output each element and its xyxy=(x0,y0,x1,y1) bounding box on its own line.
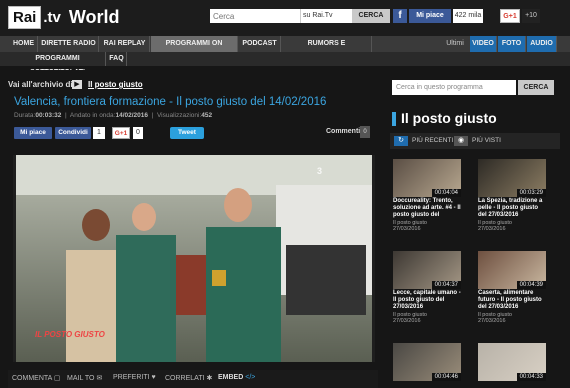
embed-label: EMBED xyxy=(218,374,244,381)
preferiti-label: PREFERITI xyxy=(113,374,150,381)
nav-rumors[interactable]: RUMORS E ANTICIPAZIONI xyxy=(282,36,372,63)
search-scope-select[interactable]: su Rai.Tv xyxy=(300,9,358,23)
card-date: 27/03/2016 xyxy=(478,226,506,232)
preferiti-button[interactable]: PREFERITI ♥ xyxy=(113,374,156,381)
comments-count-badge: 0 xyxy=(360,126,370,138)
tab-audio[interactable]: AUDIO xyxy=(527,36,557,52)
duration-badge: 00:04:37 xyxy=(431,281,461,289)
video-meta: Durata:00:03:32 | Andato in onda:14/02/2… xyxy=(14,112,213,119)
nav-home[interactable]: HOME xyxy=(10,36,38,52)
card-title[interactable]: La Spezia, tradizione a pelle - Il posto… xyxy=(478,198,548,219)
related-video-card[interactable]: 00:04:04 Doccureality: Trento, soluzione… xyxy=(393,159,463,232)
google-plus-button[interactable]: G+1 xyxy=(500,9,520,23)
recent-icon[interactable]: ↻ xyxy=(394,136,408,146)
facebook-icon[interactable]: f xyxy=(393,9,407,23)
duration-badge: 00:04:39 xyxy=(516,281,546,289)
google-plus-count: +10 xyxy=(522,9,540,23)
tab-piu-recenti[interactable]: PIÙ RECENTI xyxy=(412,137,453,144)
rai3-channel-logo: 3 xyxy=(317,166,323,176)
video-title: Valencia, frontiera formazione - Il post… xyxy=(14,96,327,108)
sidebar-title-accent xyxy=(392,112,396,126)
card-title[interactable]: Lecce, capitale umano - Il posto giusto … xyxy=(393,290,463,311)
tab-piu-visti[interactable]: PIÙ VISTI xyxy=(472,137,501,144)
video-thumbnail: 00:04:33 xyxy=(478,343,546,381)
comments-label[interactable]: Commenti xyxy=(326,128,360,135)
related-video-card[interactable]: 00:04:33 xyxy=(478,343,548,381)
card-title[interactable]: Caserta, alimentare futuro - Il posto gi… xyxy=(478,290,548,311)
tab-video[interactable]: VIDEO xyxy=(470,36,497,52)
related-video-card[interactable]: 00:03:29 La Spezia, tradizione a pelle -… xyxy=(478,159,548,232)
related-icon: ✱ xyxy=(206,375,213,382)
durata-value: 00:03:32 xyxy=(35,112,62,119)
program-search-button[interactable]: CERCA xyxy=(518,80,554,95)
durata-label: Durata: xyxy=(14,112,36,119)
visualizzazioni-value: 452 xyxy=(201,112,213,119)
commenta-label: COMMENTA xyxy=(12,375,52,382)
video-thumbnail: 00:04:37 xyxy=(393,251,461,289)
duration-badge: 00:04:04 xyxy=(431,189,461,197)
sidebar-program-title: Il posto giusto xyxy=(401,110,497,126)
related-video-card[interactable]: 00:04:39 Caserta, alimentare futuro - Il… xyxy=(478,251,548,324)
site-search-input[interactable] xyxy=(210,9,300,23)
facebook-share-button[interactable]: Condividi xyxy=(55,127,91,139)
archive-arrow-icon[interactable]: ▶ xyxy=(72,80,82,89)
video-thumbnail: 00:03:29 xyxy=(478,159,546,197)
google-plus-video-count: 0 xyxy=(133,127,143,139)
google-plus-video-button[interactable]: G+1 xyxy=(112,127,130,139)
site-search-button[interactable]: CERCA xyxy=(352,9,390,23)
program-search-input[interactable]: Cerca in questo programma xyxy=(392,80,516,95)
commenta-button[interactable]: COMMENTA ▢ xyxy=(12,374,61,382)
facebook-share-count: 1 xyxy=(93,127,105,139)
correlati-button[interactable]: CORRELATI ✱ xyxy=(165,374,212,382)
tweet-button[interactable]: Tweet xyxy=(170,127,204,139)
heart-icon: ♥ xyxy=(151,374,156,381)
duration-badge: 00:04:46 xyxy=(431,373,461,381)
mail-label: MAIL TO xyxy=(67,375,95,382)
embed-button[interactable]: EMBED </> xyxy=(218,374,255,381)
duration-badge: 00:04:33 xyxy=(516,373,546,381)
raitv-world-logo[interactable]: Rai .tv World xyxy=(8,5,120,29)
eye-icon[interactable]: ◉ xyxy=(454,136,468,146)
card-date: 27/03/2016 xyxy=(478,318,506,324)
duration-badge: 00:03:29 xyxy=(516,189,546,197)
facebook-like-count: 422 mila xyxy=(453,9,483,23)
comment-icon: ▢ xyxy=(53,375,61,382)
correlati-label: CORRELATI xyxy=(165,375,205,382)
nav-podcast[interactable]: PODCAST xyxy=(239,36,281,52)
program-overlay-logo: IL POSTO GIUSTO xyxy=(35,330,105,339)
tv-logo-text: .tv xyxy=(43,8,61,26)
video-thumbnail: 00:04:39 xyxy=(478,251,546,289)
world-logo-text: World xyxy=(68,6,120,27)
nav-programmi-sottotitolati[interactable]: PROGRAMMI SOTTOTITOLATI xyxy=(10,52,106,76)
card-date: 27/03/2016 xyxy=(393,226,421,232)
nav-programmi-on-demand[interactable]: PROGRAMMI ON DEMAND xyxy=(151,36,238,63)
nav-rai-replay[interactable]: RAI REPLAY xyxy=(100,36,150,52)
archive-label: Vai all'archivio di xyxy=(8,80,73,89)
video-thumbnail: 00:04:04 xyxy=(393,159,461,197)
embed-icon: </> xyxy=(245,374,256,381)
visualizzazioni-label: Visualizzazioni: xyxy=(156,112,202,119)
rai-logo-text: Rai xyxy=(8,5,42,29)
nav-faq[interactable]: FAQ xyxy=(107,52,127,66)
video-thumbnail: 00:04:46 xyxy=(393,343,461,381)
page: { "header": { "logo_rai": "Rai", "logo_t… xyxy=(0,0,570,388)
tab-foto[interactable]: FOTO xyxy=(498,36,526,52)
mail-to-button[interactable]: MAIL TO ✉ xyxy=(67,374,102,382)
andato-label: Andato in onda: xyxy=(69,112,116,119)
nav-dirette-radio[interactable]: DIRETTE RADIO xyxy=(39,36,99,52)
related-video-card[interactable]: 00:04:37 Lecce, capitale umano - Il post… xyxy=(393,251,463,324)
nav-ultimi-label: Ultimi xyxy=(446,40,464,47)
facebook-like-button[interactable]: Mi piace xyxy=(409,9,451,23)
andato-value: 14/02/2016 xyxy=(115,112,149,119)
card-title[interactable]: Doccureality: Trento, soluzione ad arte.… xyxy=(393,198,463,219)
archive-program-link[interactable]: Il posto giusto xyxy=(88,80,143,89)
card-date: 27/03/2016 xyxy=(393,318,421,324)
mail-icon: ✉ xyxy=(96,375,103,382)
related-video-card[interactable]: 00:04:46 xyxy=(393,343,463,381)
facebook-like-video-button[interactable]: Mi piace xyxy=(14,127,52,139)
